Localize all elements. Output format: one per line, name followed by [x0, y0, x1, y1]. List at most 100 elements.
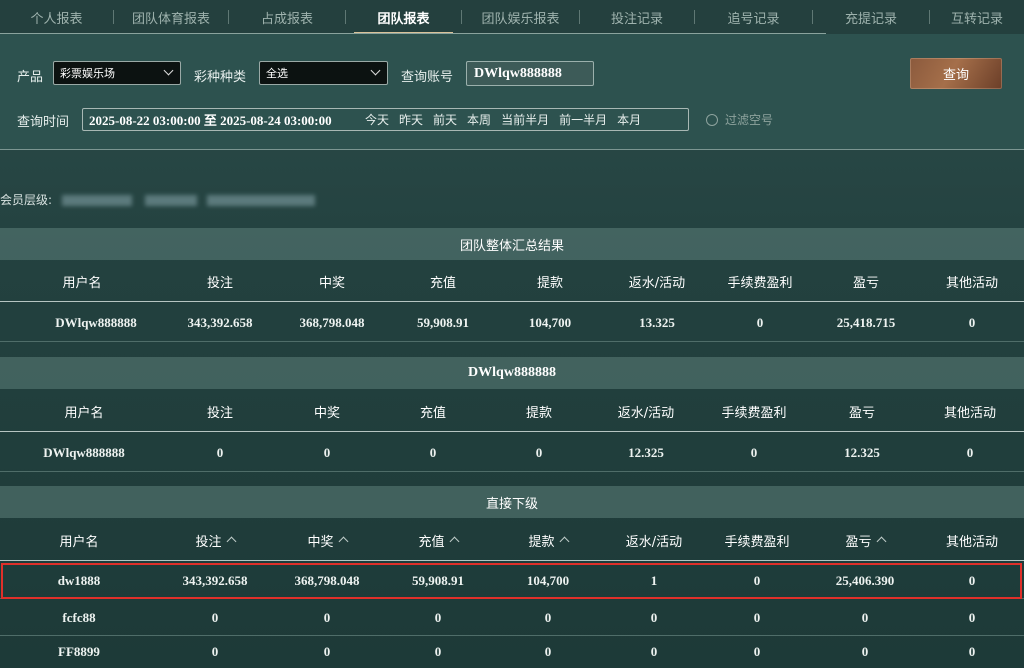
tab-team-sports-report[interactable]: 团队体育报表	[114, 0, 228, 34]
sort-icon[interactable]	[449, 536, 459, 547]
lottery-type-select[interactable]: 全选	[259, 61, 388, 85]
quick-this-week[interactable]: 本周	[467, 111, 491, 128]
filter-panel	[0, 34, 1024, 150]
product-label: 产品	[17, 70, 44, 85]
cell-bet: 343,392.658	[187, 314, 253, 330]
query-time-label: 查询时间	[17, 115, 70, 130]
cell-other-activity: 0	[968, 644, 976, 659]
report-tabs: 个人报表 团队体育报表 占成报表 团队报表 团队娱乐报表 投注记录 追号记录 充…	[0, 0, 1024, 34]
quick-yesterday[interactable]: 昨天	[399, 111, 423, 128]
cell-win: 0	[323, 644, 331, 659]
query-button[interactable]: 查询	[910, 58, 1002, 89]
cell-withdraw: 0	[544, 644, 552, 659]
col-profit-loss: 盈亏	[852, 276, 879, 291]
cell-profit-loss: 25,418.715	[836, 314, 896, 330]
col-win: 中奖	[318, 276, 345, 291]
quick-today[interactable]: 今天	[365, 111, 389, 128]
filter-empty-toggle[interactable]: 过滤空号	[706, 111, 773, 128]
col-username: 用户名	[64, 406, 104, 421]
product-select[interactable]: 彩票娱乐场	[53, 61, 181, 85]
sort-icon[interactable]	[559, 536, 569, 547]
cell-deposit: 0	[429, 444, 437, 460]
col-rebate: 返水/活动	[625, 535, 683, 550]
account-input[interactable]: DWlqw888888	[466, 61, 594, 86]
cell-rebate: 0	[650, 609, 658, 625]
col-bet: 投注	[206, 276, 233, 291]
cell-withdraw: 0	[535, 444, 543, 460]
sort-icon[interactable]	[226, 536, 236, 547]
col-bet: 投注	[195, 535, 222, 550]
col-rebate: 返水/活动	[628, 276, 686, 291]
quick-this-month[interactable]: 本月	[617, 111, 641, 128]
cell-rebate: 12.325	[628, 444, 664, 460]
quick-current-half-month[interactable]: 当前半月	[501, 111, 549, 128]
col-win-sortable[interactable]: 中奖	[277, 531, 377, 550]
cell-profit-loss: 0	[861, 644, 869, 659]
table-row[interactable]: FF8899 0 0 0 0 0 0 0 0	[0, 636, 1024, 668]
tab-bet-records[interactable]: 投注记录	[580, 0, 694, 34]
quick-previous-half-month[interactable]: 前一半月	[559, 111, 607, 128]
sort-icon[interactable]	[338, 536, 348, 547]
chevron-down-icon	[370, 65, 381, 76]
col-deposit: 充值	[419, 406, 446, 421]
tab-team-report[interactable]: 团队报表	[346, 0, 461, 34]
blurred-level-path	[145, 195, 197, 206]
cell-withdraw: 0	[544, 609, 552, 625]
account-label: 查询账号	[401, 70, 454, 85]
cell-fee-profit: 0	[750, 444, 758, 460]
tab-transfer-records[interactable]: 互转记录	[930, 0, 1024, 34]
col-fee-profit: 手续费盈利	[724, 535, 790, 550]
cell-username[interactable]: fcfc88	[29, 610, 129, 626]
col-withdraw-sortable[interactable]: 提款	[498, 531, 598, 550]
cell-rebate: 13.325	[639, 314, 675, 330]
col-deposit-sortable[interactable]: 充值	[388, 531, 488, 550]
direct-section-title: 直接下级	[0, 486, 1024, 518]
member-level-label: 会员层级:	[0, 193, 53, 207]
col-fee-profit: 手续费盈利	[721, 406, 787, 421]
tab-deposit-withdraw-records[interactable]: 充提记录	[813, 0, 929, 34]
sort-icon[interactable]	[876, 536, 886, 547]
cell-fee-profit: 0	[753, 644, 761, 659]
tab-chase-records[interactable]: 追号记录	[695, 0, 812, 34]
cell-other-activity: 0	[968, 314, 976, 330]
table-row: DWlqw888888 343,392.658 368,798.048 59,9…	[0, 304, 1024, 342]
cell-bet: 0	[211, 644, 219, 659]
cell-withdraw: 104,700	[528, 314, 572, 330]
tab-personal-report[interactable]: 个人报表	[0, 0, 113, 34]
col-username: 用户名	[59, 535, 99, 550]
quick-day-before[interactable]: 前天	[433, 111, 457, 128]
col-withdraw: 提款	[536, 276, 563, 291]
col-rebate: 返水/活动	[617, 406, 675, 421]
self-header-row: 用户名 投注 中奖 充值 提款 返水/活动 手续费盈利 盈亏 其他活动	[0, 392, 1024, 432]
col-username: 用户名	[62, 276, 102, 291]
cell-username[interactable]: FF8899	[29, 644, 129, 660]
cell-deposit: 0	[434, 609, 442, 625]
col-profit-loss-sortable[interactable]: 盈亏	[815, 531, 915, 550]
lottery-type-select-value: 全选	[266, 67, 288, 80]
col-bet-sortable[interactable]: 投注	[165, 531, 265, 550]
cell-fee-profit: 0	[753, 609, 761, 625]
date-range-picker[interactable]: 2025-08-22 03:00:00 至 2025-08-24 03:00:0…	[82, 108, 689, 131]
cell-fee-profit: 0	[756, 314, 764, 330]
self-section-title: DWlqw888888	[0, 357, 1024, 389]
col-profit-loss: 盈亏	[845, 535, 872, 550]
filter-empty-label: 过滤空号	[725, 113, 774, 127]
tab-team-entertainment-report[interactable]: 团队娱乐报表	[462, 0, 579, 34]
cell-username: DWlqw888888	[55, 314, 137, 330]
cell-profit-loss: 12.325	[844, 444, 880, 460]
cell-rebate: 0	[650, 644, 658, 659]
col-profit-loss: 盈亏	[848, 406, 875, 421]
date-range-value[interactable]: 2025-08-22 03:00:00 至 2025-08-24 03:00:0…	[83, 110, 355, 129]
cell-deposit: 59,908.91	[417, 314, 469, 330]
col-withdraw: 提款	[525, 406, 552, 421]
tab-share-report[interactable]: 占成报表	[229, 0, 345, 34]
cell-bet: 0	[216, 444, 224, 460]
radio-icon[interactable]	[706, 113, 718, 126]
cell-profit-loss: 0	[861, 609, 869, 625]
highlight-box	[1, 563, 1022, 599]
col-deposit: 充值	[429, 276, 456, 291]
cell-username: DWlqw888888	[43, 444, 125, 460]
blurred-level-path	[62, 195, 132, 206]
table-row[interactable]: fcfc88 0 0 0 0 0 0 0 0	[0, 600, 1024, 636]
col-deposit: 充值	[418, 535, 445, 550]
